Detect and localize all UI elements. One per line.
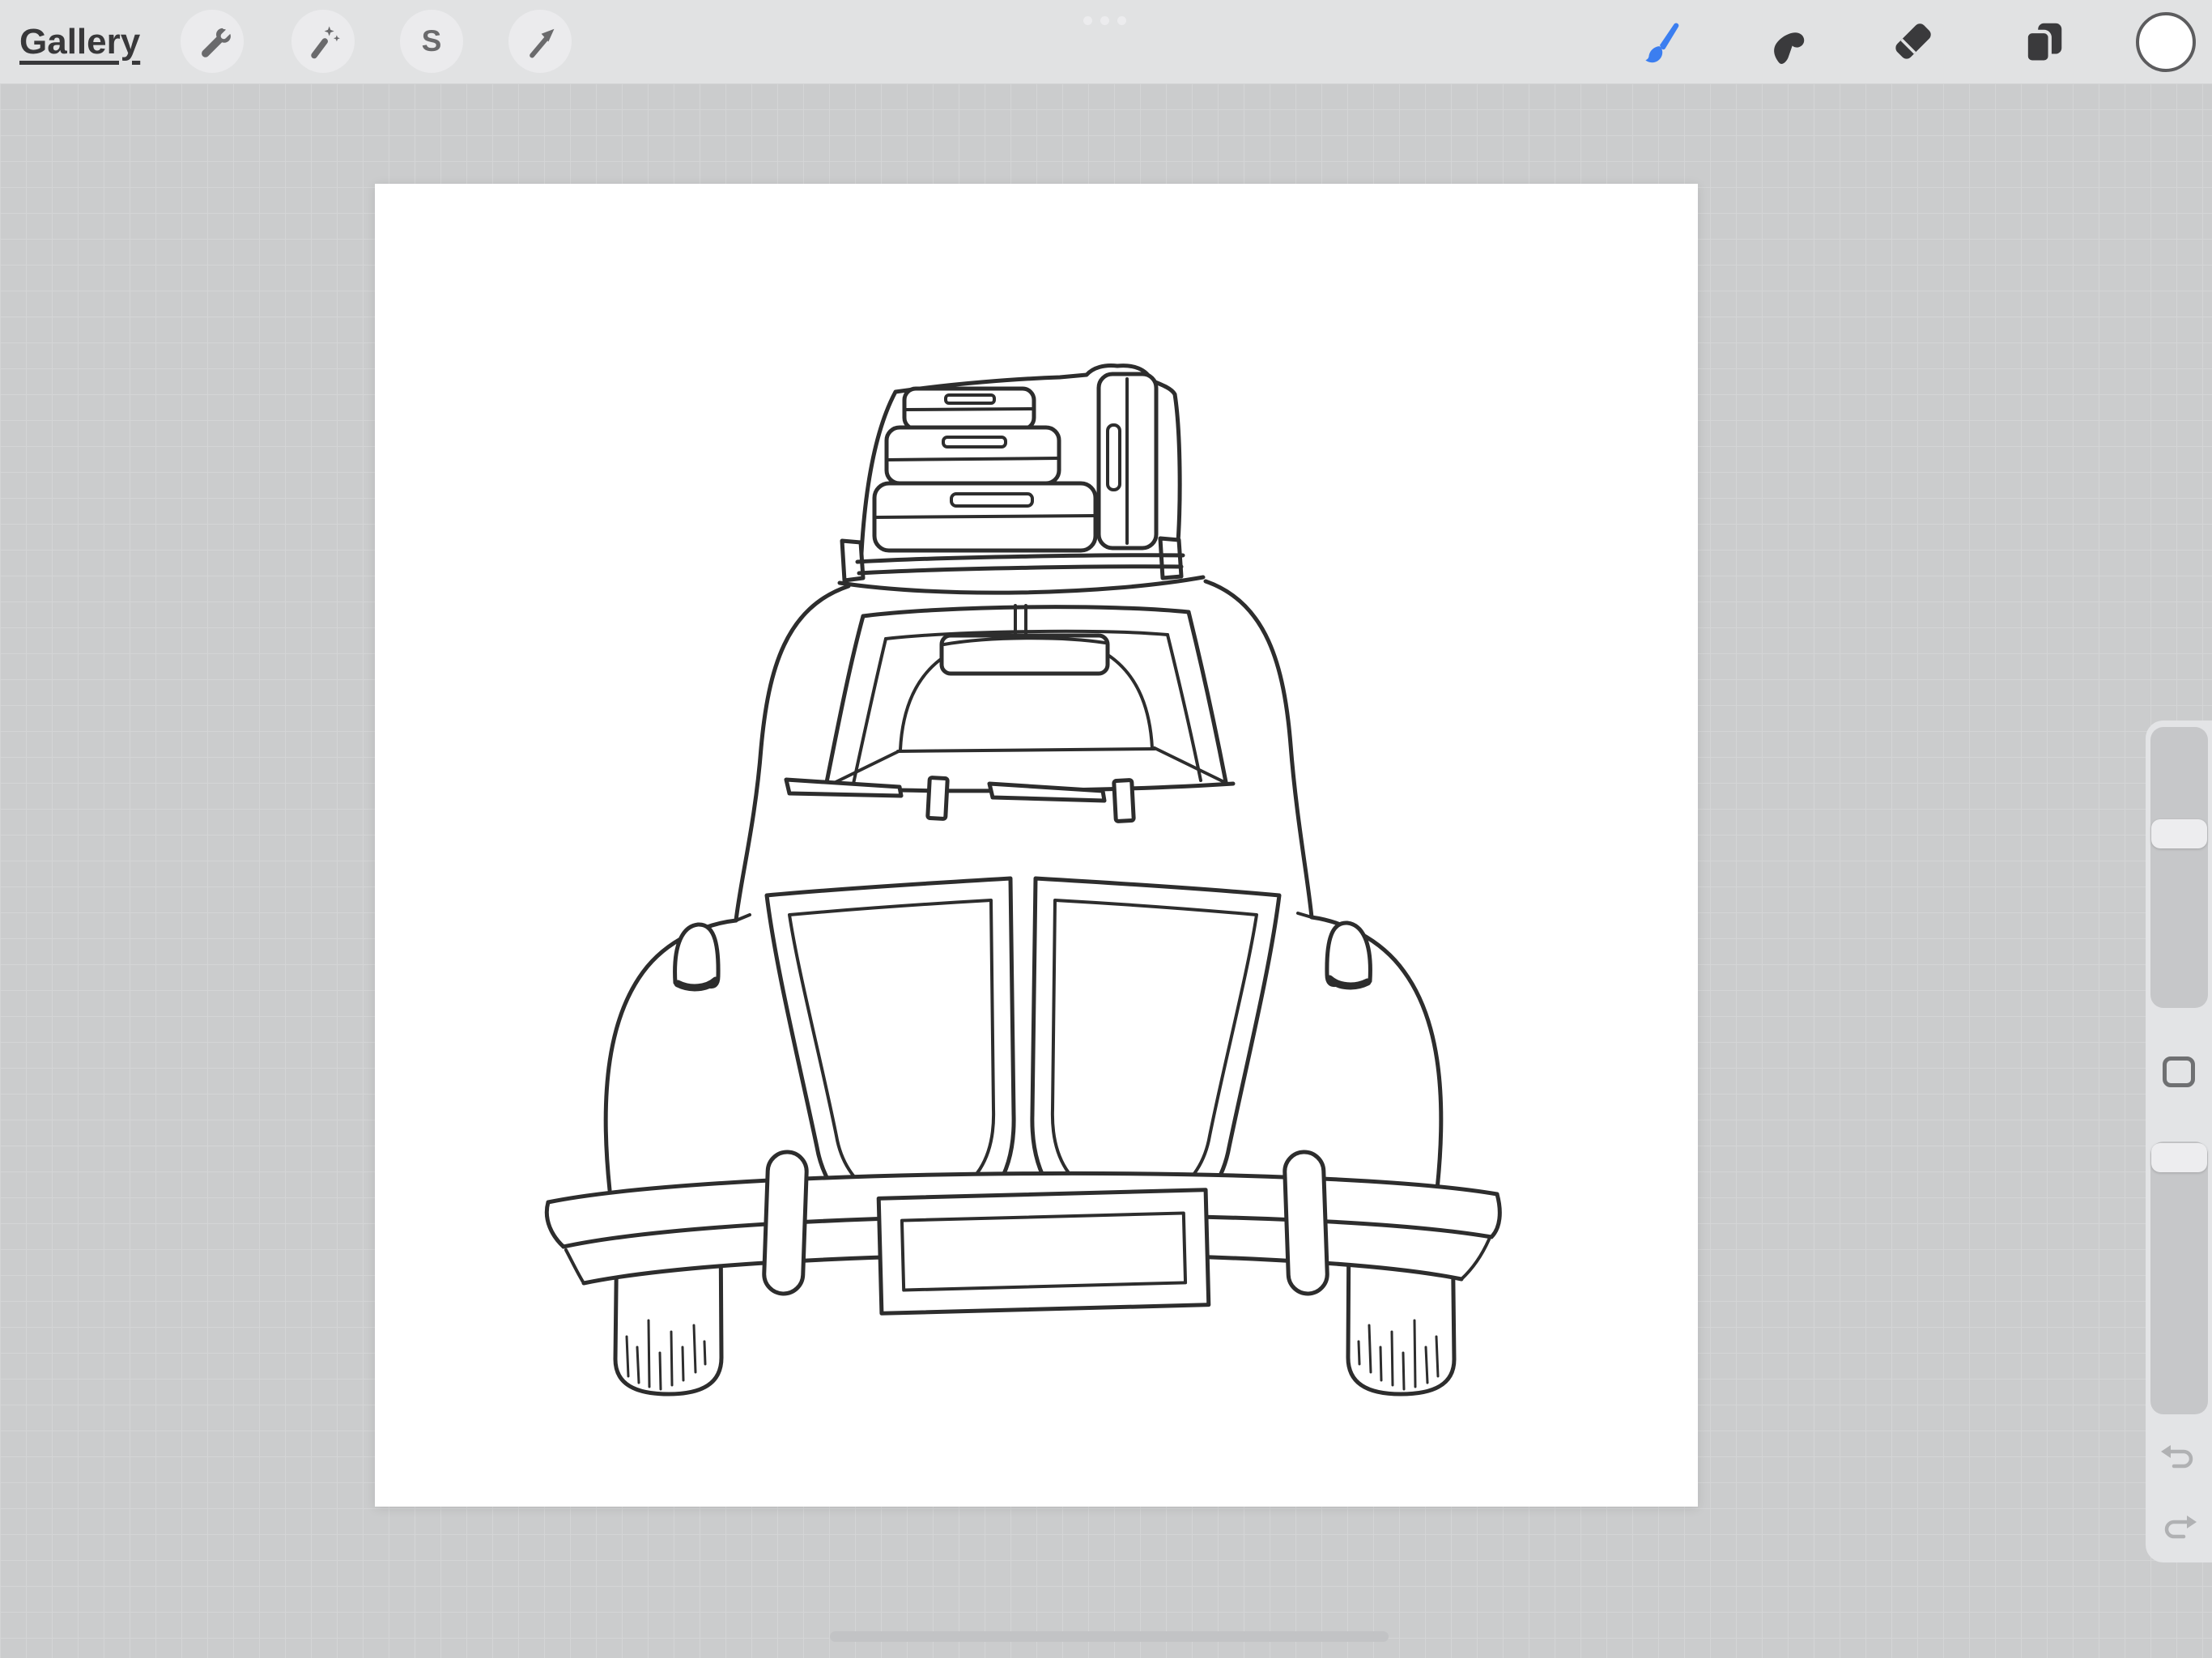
- actions-button[interactable]: [181, 10, 244, 73]
- selection-button[interactable]: S: [400, 10, 463, 73]
- beetle-sketch: [375, 184, 1698, 1507]
- eraser-icon: [1887, 16, 1938, 68]
- home-indicator[interactable]: [830, 1631, 1389, 1642]
- paintbrush-icon: [1630, 16, 1682, 68]
- brush-sidebar: [2146, 721, 2212, 1562]
- wrench-icon: [193, 22, 232, 61]
- smudge-tool-button[interactable]: [1759, 15, 1813, 69]
- undo-arrow-icon: [2159, 1441, 2198, 1473]
- transform-button[interactable]: [508, 10, 572, 73]
- magic-wand-icon: [304, 22, 342, 61]
- transform-arrow-icon: [521, 22, 559, 61]
- opacity-slider[interactable]: [2150, 1141, 2208, 1414]
- top-toolbar: Gallery S: [0, 0, 2212, 83]
- overflow-dots[interactable]: [1083, 16, 1126, 25]
- smudge-finger-icon: [1760, 16, 1812, 68]
- selection-s-icon: S: [412, 22, 451, 61]
- redo-arrow-icon: [2159, 1511, 2198, 1544]
- drawing-canvas[interactable]: [375, 184, 1698, 1507]
- modify-button[interactable]: [2163, 1056, 2195, 1087]
- undo-button[interactable]: [2159, 1441, 2198, 1473]
- erase-tool-button[interactable]: [1886, 15, 1939, 69]
- adjustments-button[interactable]: [291, 10, 355, 73]
- gallery-button[interactable]: Gallery: [19, 0, 140, 83]
- paint-tool-button[interactable]: [1629, 15, 1682, 69]
- layers-icon: [2017, 16, 2069, 68]
- layers-button[interactable]: [2016, 15, 2069, 69]
- color-swatch-button[interactable]: [2136, 12, 2196, 72]
- brush-size-handle[interactable]: [2151, 819, 2207, 848]
- opacity-handle[interactable]: [2151, 1143, 2207, 1172]
- brush-size-slider[interactable]: [2150, 727, 2208, 1008]
- redo-button[interactable]: [2159, 1511, 2198, 1544]
- svg-text:S: S: [422, 23, 442, 57]
